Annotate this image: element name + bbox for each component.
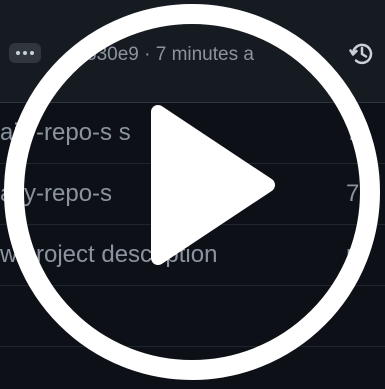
commit-message[interactable]: aily-repo-s [0,180,112,208]
commit-age: 7 [346,119,360,146]
commit-meta[interactable]: 630e9 · 7 minutes a [86,44,254,66]
ellipsis-icon[interactable] [9,43,41,63]
file-row[interactable]: aily-repo-s 7 [0,164,385,225]
history-icon[interactable] [346,38,378,70]
commit-message[interactable]: wit roject description [0,241,217,269]
commit-age: 7 [346,180,360,207]
file-row[interactable]: wit roject description m [0,225,385,286]
latest-commit-bar: 630e9 · 7 minutes a [0,0,385,103]
commit-message[interactable]: aily-repo-s s [0,119,131,147]
file-row[interactable] [0,286,385,347]
file-row[interactable]: aily-repo-s s 7 [0,103,385,164]
commit-age: m [346,241,366,268]
